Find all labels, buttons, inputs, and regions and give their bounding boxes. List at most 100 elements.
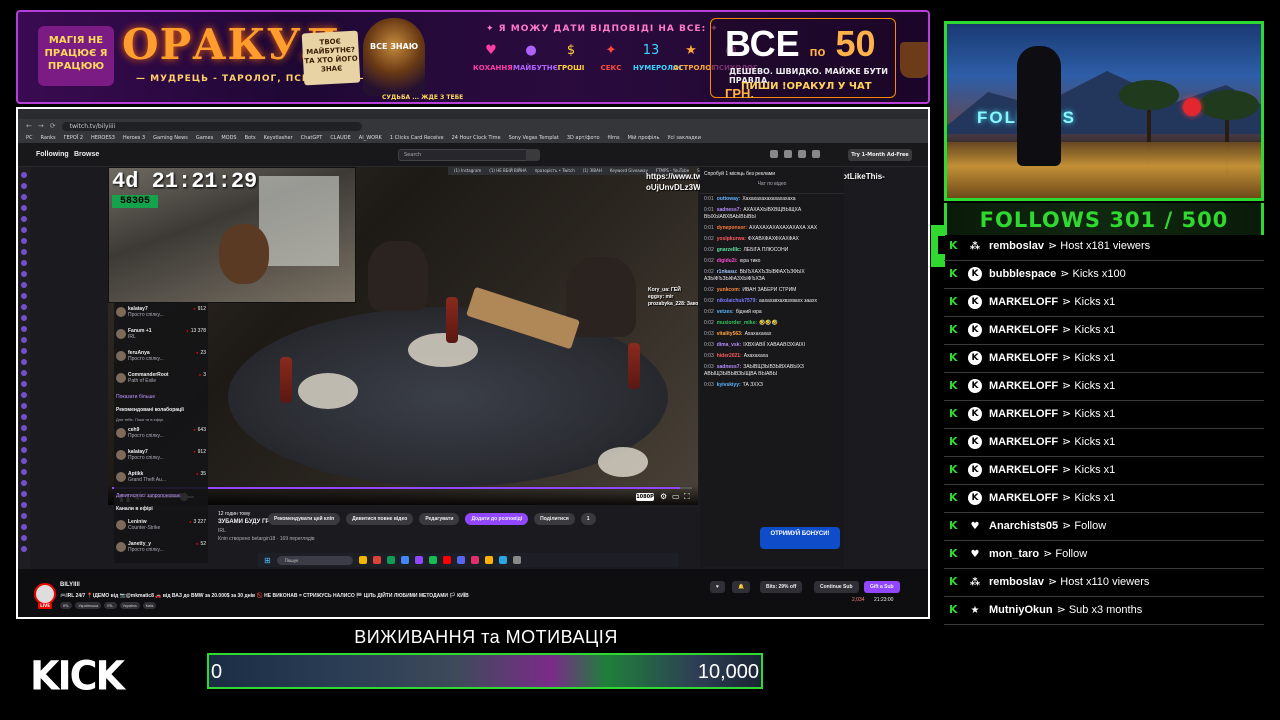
- chat-ad[interactable]: Спробуй 1 місяць без реклами: [700, 167, 844, 177]
- bookmark-item[interactable]: MODS: [221, 135, 236, 141]
- chat-username[interactable]: musiorder_mike:: [717, 320, 757, 326]
- chat-username[interactable]: sadness7:: [717, 364, 741, 370]
- channel-avatar[interactable]: [21, 414, 27, 420]
- search-icon[interactable]: [526, 149, 540, 161]
- channel-avatar[interactable]: [21, 447, 27, 453]
- tag-chip[interactable]: Україна: [119, 602, 140, 609]
- chat-username[interactable]: vetzes:: [717, 309, 734, 315]
- channel-avatar[interactable]: [21, 293, 27, 299]
- bits-icon[interactable]: [770, 150, 778, 158]
- chat-username[interactable]: hider2021:: [717, 353, 742, 359]
- channel-avatar[interactable]: [21, 326, 27, 332]
- bookmark-item[interactable]: Keystlasher: [264, 135, 293, 141]
- channel-avatar[interactable]: [21, 337, 27, 343]
- folder-icon[interactable]: [358, 556, 367, 564]
- twitch-icon[interactable]: [414, 556, 423, 564]
- reload-icon[interactable]: ⟳: [50, 122, 56, 130]
- channel-item[interactable]: AptikkGrand Theft Au...35: [114, 468, 208, 490]
- chat-username[interactable]: dima_vsk:: [717, 342, 741, 348]
- bookmark-item[interactable]: CLAUDE: [330, 135, 350, 141]
- address-bar[interactable]: twitch.tv/bilyiiii: [61, 121, 362, 131]
- app-icon[interactable]: [484, 556, 493, 564]
- channel-avatar[interactable]: [21, 216, 27, 222]
- chat-username[interactable]: nikolaichuk7579:: [717, 298, 757, 304]
- chat-username[interactable]: yunkcom:: [717, 287, 741, 293]
- bookmark-item[interactable]: Усі закладки: [667, 135, 701, 141]
- chat-username[interactable]: kyivskiyy:: [717, 382, 741, 388]
- channel-avatar[interactable]: [21, 315, 27, 321]
- channel-item[interactable]: LeniniwCounter-Strike3 227: [114, 516, 208, 538]
- channel-avatar[interactable]: [21, 238, 27, 244]
- inner-tab[interactable]: (1) ЗІВАН: [583, 167, 602, 175]
- app-icon[interactable]: [386, 556, 395, 564]
- bookmark-item[interactable]: 24 Hour Clock Time: [452, 135, 501, 141]
- bookmark-item[interactable]: Ranks: [41, 135, 56, 141]
- quality-badge[interactable]: 1080P: [636, 493, 654, 501]
- notifications-icon[interactable]: 🔔: [732, 581, 751, 593]
- channel-avatar[interactable]: [21, 282, 27, 288]
- bookmark-item[interactable]: Heroes 3: [123, 135, 145, 141]
- channel-item[interactable]: kalatay7Просто спілку...912: [114, 446, 208, 468]
- inner-tab[interactable]: (1) НЕ ВБІЙ ВІЙНА: [489, 167, 526, 175]
- chat-username[interactable]: gnarzelIIc:: [717, 247, 742, 253]
- inner-tab[interactable]: (1) Instagram: [454, 167, 481, 175]
- channel-avatar[interactable]: [21, 469, 27, 475]
- bookmark-item[interactable]: films: [608, 135, 620, 141]
- tag-chip[interactable]: IRL: [60, 602, 73, 609]
- channel-avatar[interactable]: [21, 524, 27, 530]
- channel-avatar[interactable]: [21, 491, 27, 497]
- tag-chip[interactable]: IRL: [104, 602, 117, 609]
- inner-tab[interactable]: прозорість • Twitch: [535, 167, 575, 175]
- channel-name[interactable]: BILYIIII: [60, 582, 80, 588]
- channel-avatar[interactable]: [21, 480, 27, 486]
- forward-icon[interactable]: →: [38, 122, 44, 130]
- channel-avatar[interactable]: [21, 403, 27, 409]
- app-icon[interactable]: [512, 556, 521, 564]
- channel-avatar[interactable]: [21, 370, 27, 376]
- clip-action-button[interactable]: Поділитися: [534, 513, 575, 525]
- channel-avatar[interactable]: [21, 205, 27, 211]
- chat-username[interactable]: r1nkasu:: [717, 269, 738, 275]
- channel-avatar[interactable]: [21, 249, 27, 255]
- channel-avatar[interactable]: [21, 392, 27, 398]
- bookmark-item[interactable]: HEROES3: [91, 135, 115, 141]
- app-icon[interactable]: [470, 556, 479, 564]
- bookmark-item[interactable]: Bots: [245, 135, 256, 141]
- theatre-icon[interactable]: ▭: [672, 492, 680, 501]
- heart-icon[interactable]: ♥: [710, 581, 725, 593]
- continue-sub-button[interactable]: Continue Sub: [814, 581, 859, 593]
- clip-action-button[interactable]: Рекомендувати цей кліп: [268, 513, 341, 525]
- channel-avatar[interactable]: [21, 535, 27, 541]
- spotify-icon[interactable]: [428, 556, 437, 564]
- channel-avatar[interactable]: [21, 546, 27, 552]
- clip-action-button[interactable]: 1: [580, 513, 596, 525]
- ad-free-button[interactable]: Try 1-Month Ad-Free: [848, 149, 912, 161]
- channel-avatar[interactable]: [21, 304, 27, 310]
- channel-avatar[interactable]: [21, 436, 27, 442]
- nav-browse[interactable]: Browse: [74, 151, 99, 158]
- tag-chip[interactable]: Київ: [142, 602, 157, 609]
- app-icon[interactable]: [442, 556, 451, 564]
- chrome-icon[interactable]: [372, 556, 381, 564]
- clip-action-button[interactable]: Додати до розповіді: [465, 513, 529, 525]
- channel-avatar[interactable]: [21, 381, 27, 387]
- tag-chip[interactable]: Українська: [75, 602, 102, 609]
- chat-username[interactable]: yoslpkurwa:: [717, 236, 746, 242]
- channel-avatar[interactable]: [21, 458, 27, 464]
- channel-avatar[interactable]: [21, 359, 27, 365]
- taskbar-search[interactable]: Пошук: [276, 555, 353, 565]
- gift-sub-button[interactable]: Gift a Sub: [864, 581, 900, 593]
- inbox-icon[interactable]: [784, 150, 792, 158]
- bookmark-item[interactable]: Sony Vegas Templat: [509, 135, 559, 141]
- channel-avatar[interactable]: [21, 513, 27, 519]
- bonus-promo[interactable]: ОТРИМУЙ БОНУСИ!: [760, 527, 840, 549]
- chat-username[interactable]: dyneponsor:: [717, 225, 747, 231]
- bookmark-item[interactable]: ГЕРОЇ 2: [64, 135, 83, 141]
- channel-item[interactable]: Fanum +1IRL13 378: [114, 325, 208, 347]
- bookmark-item[interactable]: PC: [26, 135, 33, 141]
- bookmark-item[interactable]: AI_WORK: [359, 135, 382, 141]
- inner-tab[interactable]: Keyword Giveaway: [610, 167, 648, 175]
- bookmark-item[interactable]: Gaming News: [153, 135, 188, 141]
- chat-username[interactable]: sadness7:: [717, 207, 741, 213]
- fullscreen-icon[interactable]: ⛶: [684, 492, 690, 502]
